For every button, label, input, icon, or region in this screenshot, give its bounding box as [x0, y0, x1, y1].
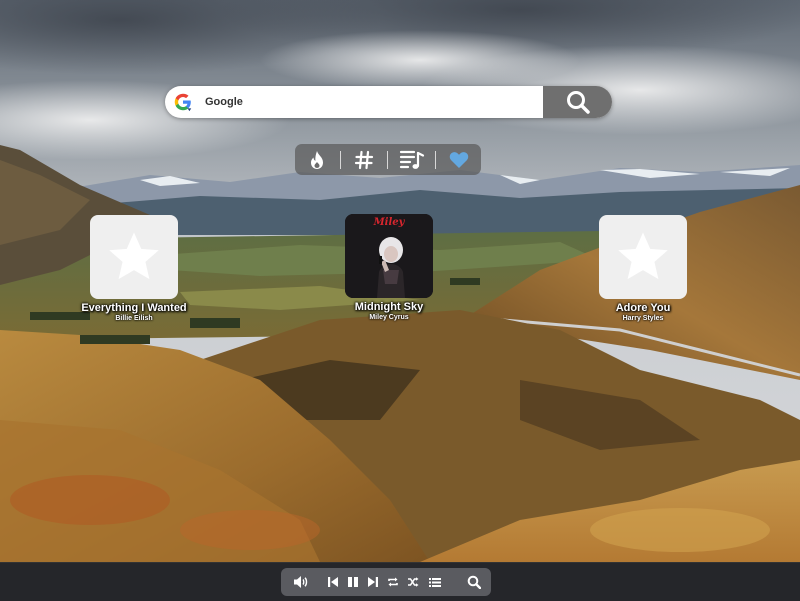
- song-tile[interactable]: Everything I Wanted Billie Eilish: [79, 215, 189, 322]
- search-input[interactable]: [205, 86, 535, 118]
- previous-button[interactable]: [323, 568, 343, 596]
- heart-icon: [450, 151, 469, 168]
- player-controls: [281, 568, 491, 596]
- song-artist: Billie Eilish: [115, 315, 153, 322]
- song-tile[interactable]: Miley Midnight Sky Miley Cyrus: [334, 214, 444, 321]
- song-artist: Miley Cyrus: [369, 314, 409, 321]
- album-cover-text: Miley: [373, 217, 405, 228]
- google-g-icon[interactable]: [172, 91, 194, 113]
- genres-button[interactable]: [344, 144, 384, 175]
- next-button[interactable]: [363, 568, 383, 596]
- separator: [339, 150, 341, 169]
- song-title: Midnight Sky: [354, 301, 424, 313]
- hashtag-icon: [355, 150, 374, 169]
- song-title: Everything I Wanted: [81, 302, 187, 314]
- player-search-button[interactable]: [459, 568, 489, 596]
- player-bar: [0, 562, 800, 601]
- shuffle-icon: [408, 577, 419, 587]
- flame-icon: [310, 150, 323, 169]
- queue-list-icon: [429, 577, 441, 587]
- pause-icon: [348, 577, 358, 587]
- playlist-icon: [399, 150, 424, 169]
- volume-icon: [294, 576, 308, 588]
- search-icon: [467, 575, 481, 589]
- previous-icon: [328, 577, 338, 587]
- repeat-button[interactable]: [383, 568, 403, 596]
- playlists-button[interactable]: [392, 144, 432, 175]
- song-artist: Harry Styles: [622, 315, 664, 322]
- category-selector: [295, 144, 481, 175]
- star-icon: [109, 232, 159, 280]
- favorites-button[interactable]: [439, 144, 479, 175]
- repeat-icon: [388, 577, 398, 587]
- search-button[interactable]: [543, 86, 612, 118]
- shuffle-button[interactable]: [403, 568, 423, 596]
- song-artwork[interactable]: Miley: [345, 214, 433, 298]
- volume-button[interactable]: [285, 568, 317, 596]
- star-icon: [618, 232, 668, 280]
- next-icon: [368, 577, 378, 587]
- search-bar: [165, 86, 612, 118]
- separator: [387, 150, 389, 169]
- song-title: Adore You: [615, 302, 671, 314]
- separator: [435, 150, 437, 169]
- trending-button[interactable]: [297, 144, 337, 175]
- queue-button[interactable]: [423, 568, 447, 596]
- magnifier-icon: [566, 91, 590, 114]
- song-artwork[interactable]: [599, 215, 687, 299]
- song-tile[interactable]: Adore You Harry Styles: [588, 215, 698, 322]
- song-artwork[interactable]: [90, 215, 178, 299]
- pause-button[interactable]: [343, 568, 363, 596]
